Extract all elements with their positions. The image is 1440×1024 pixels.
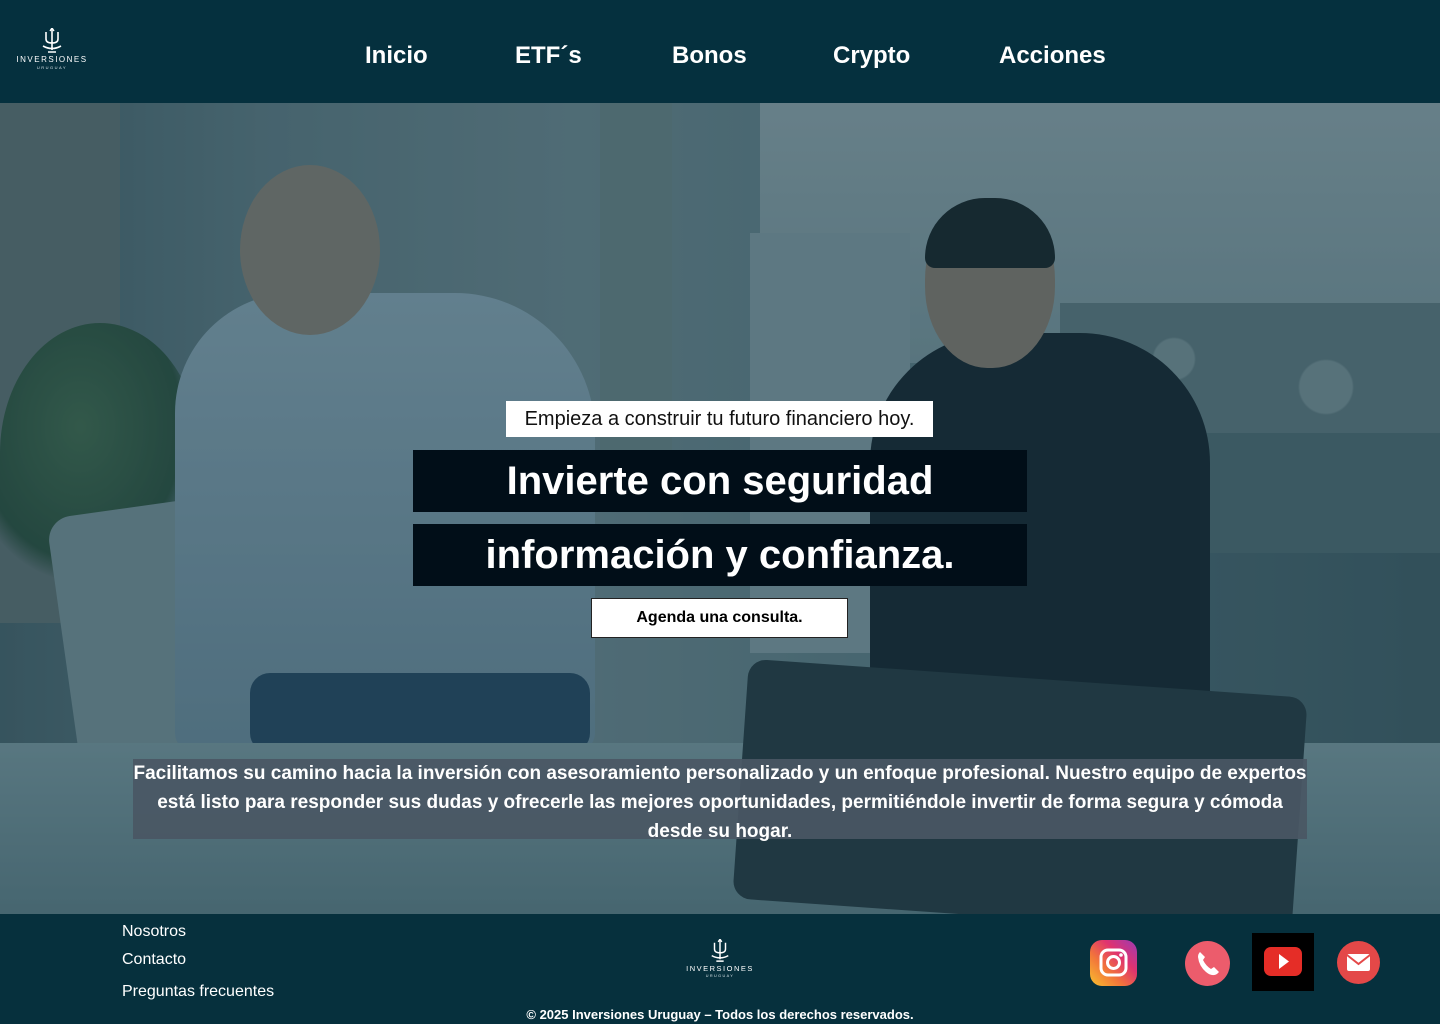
footer-link-nosotros[interactable]: Nosotros xyxy=(122,923,186,941)
phone-icon[interactable] xyxy=(1185,941,1230,986)
hero-description: Facilitamos su camino hacia la inversión… xyxy=(133,759,1307,842)
footer-link-contacto[interactable]: Contacto xyxy=(122,951,186,969)
hero-tagline: Empieza a construir tu futuro financiero… xyxy=(506,401,933,437)
logo-sub: URUGUAY xyxy=(36,65,68,70)
logo-brand: INVERSIONES xyxy=(16,55,88,64)
hero-headline-line2: información y confianza. xyxy=(413,524,1027,586)
nav-crypto[interactable]: Crypto xyxy=(833,42,910,70)
nav-etfs[interactable]: ETF´s xyxy=(515,42,582,70)
trident-logo-icon xyxy=(711,939,729,962)
footer-logo[interactable]: INVERSIONES URUGUAY xyxy=(682,939,758,981)
instagram-icon[interactable] xyxy=(1090,940,1137,986)
footer-link-faq[interactable]: Preguntas frecuentes xyxy=(122,983,274,1001)
navbar: INVERSIONES URUGUAY Inicio ETF´s Bonos C… xyxy=(0,0,1440,103)
nav-acciones[interactable]: Acciones xyxy=(999,42,1106,70)
hero-section: Empieza a construir tu futuro financiero… xyxy=(0,103,1440,914)
footer: Nosotros Contacto Preguntas frecuentes I… xyxy=(0,914,1440,1024)
footer-logo-brand: INVERSIONES xyxy=(686,964,754,973)
schedule-consultation-button[interactable]: Agenda una consulta. xyxy=(591,598,848,638)
hero-headline-line1: Invierte con seguridad xyxy=(413,450,1027,512)
copyright-text: © 2025 Inversiones Uruguay – Todos los d… xyxy=(526,1007,914,1022)
nav-inicio[interactable]: Inicio xyxy=(365,42,428,70)
nav-bonos[interactable]: Bonos xyxy=(672,42,747,70)
trident-logo-icon xyxy=(42,28,62,53)
youtube-icon[interactable] xyxy=(1252,933,1314,991)
mail-icon[interactable] xyxy=(1337,941,1380,984)
footer-logo-sub: URUGUAY xyxy=(705,974,735,978)
logo[interactable]: INVERSIONES URUGUAY xyxy=(12,28,92,74)
